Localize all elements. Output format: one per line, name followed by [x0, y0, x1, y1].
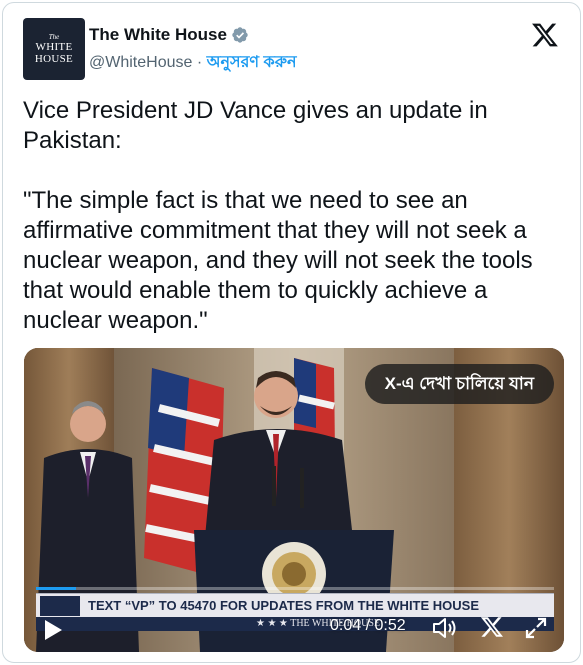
- progress-bar[interactable]: [36, 587, 554, 590]
- play-icon[interactable]: [42, 618, 64, 642]
- time-label: 0:04 / 0:52: [330, 617, 406, 634]
- display-name[interactable]: The White House: [89, 24, 227, 46]
- fullscreen-icon[interactable]: [524, 616, 548, 640]
- x-logo-small-icon[interactable]: [480, 615, 504, 639]
- handle-row: @WhiteHouse · অনুসরণ করুন: [89, 52, 297, 74]
- separator: ·: [192, 54, 207, 71]
- tweet-card[interactable]: The WHITE HOUSE The White House @WhiteHo…: [2, 2, 581, 663]
- progress-fill: [36, 587, 76, 590]
- avatar-line-3: HOUSE: [34, 53, 74, 65]
- name-row: The White House: [89, 24, 249, 46]
- video-player[interactable]: X-এ দেখা চালিয়ে যান TEXT “VP” TO 45470 …: [24, 348, 564, 652]
- avatar-line-1: The: [48, 33, 60, 41]
- watch-on-x-button[interactable]: X-এ দেখা চালিয়ে যান: [364, 364, 554, 404]
- volume-icon[interactable]: [432, 616, 458, 640]
- x-logo-icon[interactable]: [530, 21, 560, 49]
- verified-badge-icon: [232, 27, 248, 43]
- video-controls: 0:04 / 0:52: [24, 604, 564, 652]
- tweet-text: Vice President JD Vance gives an update …: [23, 97, 533, 334]
- follow-link[interactable]: অনুসরণ করুন: [207, 54, 297, 71]
- avatar[interactable]: The WHITE HOUSE: [23, 18, 85, 80]
- avatar-line-2: WHITE: [35, 41, 73, 53]
- handle[interactable]: @WhiteHouse: [89, 54, 192, 71]
